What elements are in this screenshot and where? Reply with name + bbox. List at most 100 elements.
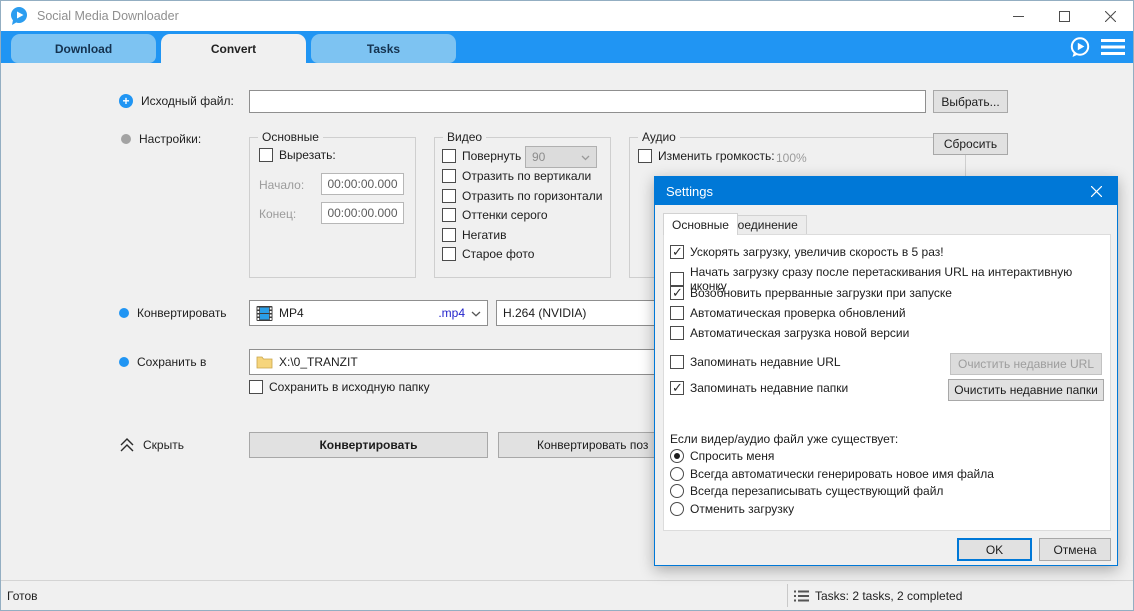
tab-download[interactable]: Download [11, 34, 156, 63]
dialog-option-0-box[interactable] [670, 245, 684, 259]
close-icon[interactable] [1087, 1, 1133, 31]
video-option-3[interactable]: Негатив [442, 228, 506, 242]
dialog-title-bar: Settings [655, 177, 1117, 205]
source-file-label: Исходный файл: [141, 94, 234, 108]
add-icon[interactable]: + [119, 94, 133, 108]
dialog-tab-general[interactable]: Основные [663, 213, 738, 235]
video-option-2-box[interactable] [442, 208, 456, 222]
rotate-checkbox-box[interactable] [442, 149, 456, 163]
remember-folders-checkbox-box[interactable] [670, 381, 684, 395]
video-option-4[interactable]: Старое фото [442, 247, 534, 261]
dialog-option-2[interactable]: Возобновить прерванные загрузки при запу… [670, 286, 952, 300]
dialog-options-list: Ускорять загрузку, увеличив скорость в 5… [670, 245, 1105, 347]
remember-urls-checkbox-label: Запоминать недавние URL [690, 355, 841, 369]
dialog-close-icon[interactable] [1075, 177, 1117, 205]
file-exists-radio-2-box[interactable] [670, 484, 684, 498]
video-option-1-label: Отразить по горизонтали [462, 189, 602, 203]
tab-tasks[interactable]: Tasks [311, 34, 456, 63]
ok-button-label: OK [986, 543, 1003, 557]
hide-row[interactable]: Скрыть [119, 437, 184, 453]
menu-icon[interactable] [1101, 38, 1125, 56]
settings-label-row: Настройки: [121, 132, 201, 146]
rotate-angle-value: 90 [532, 150, 545, 164]
volume-checkbox-box[interactable] [638, 149, 652, 163]
tasks-status-text: Tasks: 2 tasks, 2 completed [815, 589, 962, 603]
cut-checkbox-box[interactable] [259, 148, 273, 162]
dialog-option-1-box[interactable] [670, 272, 684, 286]
clear-recent-urls-button[interactable]: Очистить недавние URL [950, 353, 1102, 375]
source-file-label-row: + Исходный файл: [119, 94, 234, 108]
dialog-option-2-box[interactable] [670, 286, 684, 300]
volume-value: 100% [776, 151, 807, 165]
rotate-angle-select[interactable]: 90 [525, 146, 597, 168]
volume-checkbox[interactable]: Изменить громкость: [638, 149, 775, 163]
hide-label[interactable]: Скрыть [143, 438, 184, 452]
tab-convert-label: Convert [211, 42, 256, 56]
end-time-input[interactable] [321, 202, 404, 224]
video-option-4-box[interactable] [442, 247, 456, 261]
group-audio-title: Аудио [638, 130, 680, 144]
format-select[interactable]: MP4 .mp4 [249, 300, 488, 326]
save-source-folder-checkbox[interactable]: Сохранить в исходную папку [249, 380, 430, 394]
window-title: Social Media Downloader [37, 9, 179, 23]
video-option-0[interactable]: Отразить по вертикали [442, 169, 591, 183]
tab-download-label: Download [55, 42, 112, 56]
save-path-input[interactable]: X:\0_TRANZIT [249, 349, 706, 375]
start-time-input[interactable] [321, 173, 404, 195]
video-option-0-box[interactable] [442, 169, 456, 183]
file-exists-radio-0[interactable]: Спросить меня [670, 449, 774, 463]
save-source-folder-checkbox-box[interactable] [249, 380, 263, 394]
file-exists-radio-0-label: Спросить меня [690, 449, 774, 463]
dialog-option-4[interactable]: Автоматическая загрузка новой версии [670, 326, 909, 340]
remember-urls-checkbox[interactable]: Запоминать недавние URL [670, 355, 841, 369]
interactive-bubble-icon[interactable] [1068, 36, 1091, 59]
dialog-option-3-box[interactable] [670, 306, 684, 320]
dialog-option-4-box[interactable] [670, 326, 684, 340]
cancel-button[interactable]: Отмена [1039, 538, 1111, 561]
reset-button[interactable]: Сбросить [933, 133, 1008, 155]
app-icon [9, 6, 29, 26]
clear-recent-folders-button-label: Очистить недавние папки [954, 383, 1098, 397]
file-exists-radio-2[interactable]: Всегда перезаписывать существующий файл [670, 484, 943, 498]
file-exists-radio-3-box[interactable] [670, 502, 684, 516]
video-option-2-label: Оттенки серого [462, 208, 548, 222]
save-path-value: X:\0_TRANZIT [279, 355, 358, 369]
file-exists-radio-1-box[interactable] [670, 467, 684, 481]
tab-tasks-label: Tasks [367, 42, 400, 56]
source-file-input[interactable] [249, 90, 926, 113]
dialog-option-3[interactable]: Автоматическая проверка обновлений [670, 306, 906, 320]
start-time-label: Начало: [259, 178, 304, 192]
film-icon [256, 305, 273, 322]
maximize-icon[interactable] [1041, 1, 1087, 31]
choose-file-button-label: Выбрать... [941, 95, 999, 109]
video-option-1-box[interactable] [442, 189, 456, 203]
video-option-3-box[interactable] [442, 228, 456, 242]
double-chevron-up-icon[interactable] [119, 437, 135, 453]
rotate-checkbox[interactable]: Повернуть [442, 149, 521, 163]
minimize-icon[interactable] [995, 1, 1041, 31]
tasks-list-icon [794, 590, 809, 602]
dialog-option-4-label: Автоматическая загрузка новой версии [690, 326, 909, 340]
convert-button-label: Конвертировать [319, 438, 417, 452]
clear-recent-folders-button[interactable]: Очистить недавние папки [948, 379, 1104, 401]
convert-button[interactable]: Конвертировать [249, 432, 488, 458]
file-exists-radio-0-box[interactable] [670, 449, 684, 463]
video-option-4-label: Старое фото [462, 247, 534, 261]
remember-urls-checkbox-box[interactable] [670, 355, 684, 369]
tab-strip: Download Convert Tasks [1, 31, 1133, 63]
chevron-down-icon [471, 306, 481, 320]
video-options-list: Отразить по вертикали Отразить по горизон… [442, 169, 610, 275]
dialog-option-0[interactable]: Ускорять загрузку, увеличив скорость в 5… [670, 245, 944, 259]
video-option-1[interactable]: Отразить по горизонтали [442, 189, 602, 203]
file-exists-radio-1[interactable]: Всегда автоматически генерировать новое … [670, 467, 994, 481]
cut-checkbox[interactable]: Вырезать: [259, 148, 336, 162]
choose-file-button[interactable]: Выбрать... [933, 90, 1008, 113]
file-exists-radio-3[interactable]: Отменить загрузку [670, 502, 794, 516]
ok-button[interactable]: OK [957, 538, 1032, 561]
remember-folders-checkbox[interactable]: Запоминать недавние папки [670, 381, 848, 395]
video-option-2[interactable]: Оттенки серого [442, 208, 548, 222]
group-basic-title: Основные [258, 130, 323, 144]
tab-convert[interactable]: Convert [161, 34, 306, 63]
file-exists-radio-1-label: Всегда автоматически генерировать новое … [690, 467, 994, 481]
cut-checkbox-label: Вырезать: [279, 148, 336, 162]
